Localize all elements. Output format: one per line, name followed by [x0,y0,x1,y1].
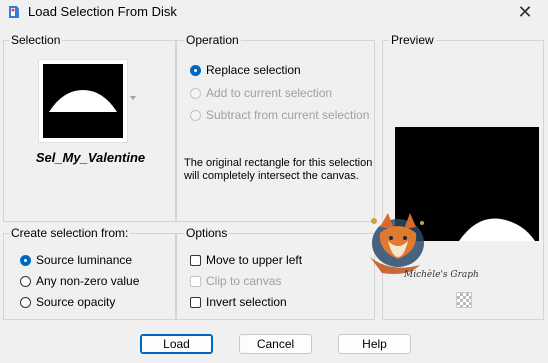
radio-any-non-zero[interactable]: Any non-zero value [20,272,139,290]
radio-source-luminance[interactable]: Source luminance [20,251,132,269]
app-icon [9,6,19,18]
radio-indicator[interactable] [20,296,31,308]
checkbox-invert-selection[interactable]: Invert selection [190,293,287,311]
checkbox-clip-to-canvas[interactable]: Clip to canvas [190,272,281,290]
operation-description: The original rectangle for this selectio… [184,157,373,182]
checkbox-move-upper-left[interactable]: Move to upper left [190,251,302,269]
radio-add-to-selection[interactable]: Add to current selection [190,84,332,102]
watermark-text: Michèle's Graph [404,270,479,280]
checkbox-indicator[interactable] [190,296,201,308]
help-button[interactable]: Help [338,334,411,354]
checkbox-indicator[interactable] [190,275,201,287]
operation-group-label: Operation [184,33,241,47]
transparency-toggle-icon[interactable] [456,292,472,308]
radio-indicator[interactable] [190,109,201,121]
selection-group-label: Selection [9,33,63,47]
close-icon[interactable]: ✕ [510,0,540,24]
selection-shape [49,90,117,112]
radio-source-opacity[interactable]: Source opacity [20,293,115,311]
radio-label: Replace selection [206,63,301,77]
create-from-group-label: Create selection from: [9,226,131,240]
radio-indicator[interactable] [20,254,31,266]
radio-label: Any non-zero value [36,274,140,288]
radio-indicator[interactable] [190,87,201,99]
selection-thumbnail-image [43,64,123,138]
radio-indicator[interactable] [190,64,201,76]
radio-replace-selection[interactable]: Replace selection [190,61,301,79]
selection-thumbnail[interactable] [38,59,128,143]
radio-subtract-from-selection[interactable]: Subtract from current selection [190,106,369,124]
chevron-down-icon[interactable] [130,96,136,100]
radio-label: Add to current selection [206,86,333,100]
preview-group-label: Preview [389,33,436,47]
radio-label: Source opacity [36,295,116,309]
load-button[interactable]: Load [140,334,213,354]
checkbox-label: Move to upper left [206,253,303,267]
window-title: Load Selection From Disk [28,4,177,19]
cancel-button[interactable]: Cancel [239,334,312,354]
radio-label: Subtract from current selection [206,108,370,122]
title-bar: Load Selection From Disk ✕ [0,0,548,24]
radio-label: Source luminance [36,253,133,267]
radio-indicator[interactable] [20,275,31,287]
selection-name: Sel_My_Valentine [35,150,146,165]
checkbox-indicator[interactable] [190,254,201,266]
options-group-label: Options [184,226,230,240]
checkbox-label: Clip to canvas [206,274,282,288]
checkbox-label: Invert selection [206,295,287,309]
